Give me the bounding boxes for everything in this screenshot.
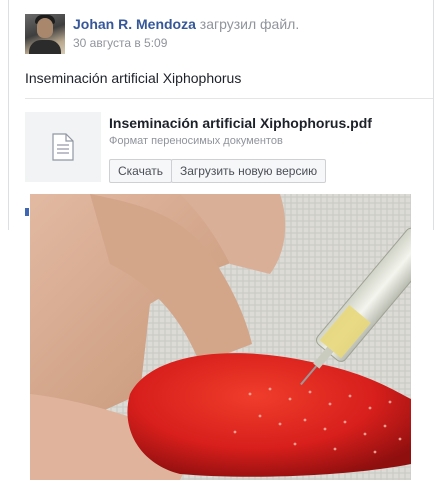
- author-link[interactable]: Johan R. Mendoza: [73, 16, 196, 32]
- file-name[interactable]: Inseminación artificial Xiphophorus.pdf: [109, 114, 372, 132]
- divider: [25, 98, 433, 99]
- file-type: Формат переносимых документов: [109, 135, 283, 147]
- upload-new-version-button[interactable]: Загрузить новую версию: [171, 159, 327, 183]
- truncated-link[interactable]: [25, 208, 29, 216]
- file-thumbnail[interactable]: [25, 112, 101, 182]
- avatar[interactable]: [25, 14, 65, 54]
- avatar-shirt: [29, 40, 61, 54]
- post-meta: Johan R. Mendoza загрузил файл. 30 авгус…: [73, 14, 299, 54]
- post-name-line: Johan R. Mendoza загрузил файл.: [73, 15, 299, 33]
- post-header: Johan R. Mendoza загрузил файл. 30 авгус…: [25, 14, 299, 54]
- document-icon: [52, 133, 74, 161]
- avatar-face: [37, 18, 53, 38]
- download-button[interactable]: Скачать: [109, 159, 172, 183]
- file-info: Inseminación artificial Xiphophorus.pdf …: [109, 112, 372, 183]
- insemination-photo: [30, 194, 411, 480]
- file-attachment: Inseminación artificial Xiphophorus.pdf …: [25, 112, 372, 183]
- post-timestamp[interactable]: 30 августа в 5:09: [73, 35, 299, 51]
- file-actions: Скачать Загрузить новую версию: [109, 159, 372, 183]
- post-text: Inseminación artificial Xiphophorus: [25, 70, 242, 86]
- post-action: загрузил файл.: [199, 16, 300, 32]
